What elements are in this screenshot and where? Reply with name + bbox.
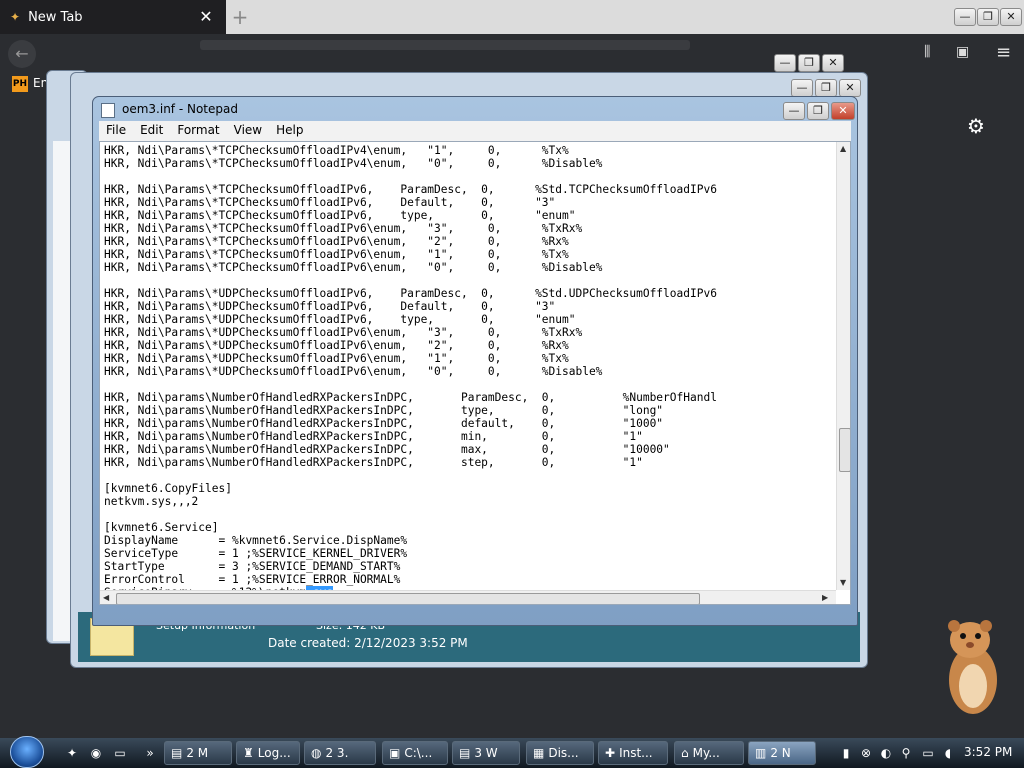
notepad-title: oem3.inf - Notepad bbox=[122, 102, 238, 116]
hamburger-menu-icon[interactable]: ≡ bbox=[996, 42, 1016, 63]
bg-maximize-icon[interactable]: ❐ bbox=[798, 54, 820, 72]
quicklaunch-icon-1[interactable]: ✦ bbox=[64, 745, 80, 761]
taskbar-item-mycomputer[interactable]: ⌂ My... bbox=[674, 741, 744, 765]
taskbar-item-browser[interactable]: ◍ 2 3. bbox=[304, 741, 376, 765]
show-desktop-icon[interactable]: ▭ bbox=[112, 745, 128, 761]
app-icon: ♜ bbox=[243, 746, 254, 760]
vertical-scrollbar[interactable]: ▲ ▼ bbox=[836, 142, 850, 590]
notepad-minimize-button[interactable]: — bbox=[783, 102, 805, 120]
menu-file[interactable]: File bbox=[99, 121, 133, 141]
notepad-maximize-button[interactable]: ❐ bbox=[807, 102, 829, 120]
date-created-label: Date created: 2/12/2023 3:52 PM bbox=[268, 636, 468, 650]
folder-icon: ▤ bbox=[171, 746, 183, 760]
tray-network-icon[interactable]: ▮ bbox=[838, 745, 854, 761]
tray-app-icon[interactable]: ◐ bbox=[878, 745, 894, 761]
start-button[interactable] bbox=[10, 736, 44, 768]
tray-search-icon[interactable]: ⚲ bbox=[898, 745, 914, 761]
install-icon: ✚ bbox=[605, 746, 616, 760]
library-icon[interactable]: ⫼ bbox=[924, 44, 944, 62]
taskbar-item-word[interactable]: ▤ 3 W bbox=[452, 741, 520, 765]
browser-maximize-button[interactable]: ❐ bbox=[977, 8, 999, 26]
quicklaunch-overflow-icon[interactable]: » bbox=[142, 745, 158, 761]
back-arrow-icon[interactable]: ← bbox=[8, 40, 36, 68]
folder-icon: ▤ bbox=[459, 746, 471, 760]
explorer-maximize-button[interactable]: ❐ bbox=[815, 79, 837, 97]
menu-format[interactable]: Format bbox=[170, 121, 226, 141]
scroll-left-icon[interactable]: ◀ bbox=[103, 593, 109, 602]
menu-view[interactable]: View bbox=[227, 121, 269, 141]
quicklaunch-icon-2[interactable]: ◉ bbox=[88, 745, 104, 761]
scroll-down-icon[interactable]: ▼ bbox=[840, 578, 846, 587]
taskbar-item-notepad[interactable]: ▥ 2 N bbox=[748, 741, 816, 765]
gear-icon[interactable]: ⚙ bbox=[964, 114, 988, 138]
notepad-close-button[interactable]: ✕ bbox=[831, 102, 855, 120]
tray-monitor-icon[interactable]: ▭ bbox=[920, 745, 936, 761]
computer-icon: ⌂ bbox=[681, 746, 689, 760]
tray-security-icon[interactable]: ⊗ bbox=[858, 745, 874, 761]
tab-close-icon[interactable]: ✕ bbox=[196, 7, 216, 27]
chrome-icon: ◍ bbox=[311, 746, 322, 760]
sidebar-icon[interactable]: ▣ bbox=[956, 44, 976, 62]
tray-volume-icon[interactable]: ◖ bbox=[940, 745, 956, 761]
notepad-icon: ▥ bbox=[755, 746, 767, 760]
notepad-icon bbox=[101, 103, 115, 118]
browser-close-button[interactable]: ✕ bbox=[1000, 8, 1022, 26]
explorer-close-button[interactable]: ✕ bbox=[839, 79, 861, 97]
menu-help[interactable]: Help bbox=[269, 121, 310, 141]
horizontal-scrollbar[interactable]: ◀ ▶ bbox=[100, 590, 836, 604]
menu-edit[interactable]: Edit bbox=[133, 121, 170, 141]
new-tab-button[interactable]: + bbox=[228, 5, 252, 29]
text-lines: HKR, Ndi\Params\*TCPChecksumOffloadIPv4\… bbox=[104, 144, 717, 586]
horizontal-scroll-thumb[interactable] bbox=[116, 593, 700, 604]
background-window-controls: — ❐ ✕ bbox=[774, 54, 844, 72]
taskbar-item-display[interactable]: ▦ Dis... bbox=[526, 741, 594, 765]
taskbar-item-install[interactable]: ✚ Inst... bbox=[598, 741, 668, 765]
bookmark-favicon: PH bbox=[12, 76, 28, 92]
notepad-menubar: File Edit Format View Help bbox=[99, 121, 851, 141]
display-icon: ▦ bbox=[533, 746, 545, 760]
notepad-window: oem3.inf - Notepad — ❐ ✕ File Edit Forma… bbox=[92, 96, 858, 626]
scroll-right-icon[interactable]: ▶ bbox=[822, 593, 828, 602]
vertical-scroll-thumb[interactable] bbox=[839, 428, 850, 472]
scroll-up-icon[interactable]: ▲ bbox=[840, 144, 846, 153]
address-bar[interactable] bbox=[200, 40, 690, 50]
bg-close-icon[interactable]: ✕ bbox=[822, 54, 844, 72]
notepad-text-content: HKR, Ndi\Params\*TCPChecksumOffloadIPv4\… bbox=[104, 144, 717, 599]
bg-minimize-icon[interactable]: — bbox=[774, 54, 796, 72]
browser-tab-new-tab[interactable]: ✦ New Tab bbox=[0, 0, 226, 34]
terminal-icon: ▣ bbox=[389, 746, 401, 760]
firefox-icon: ✦ bbox=[10, 10, 21, 24]
explorer-minimize-button[interactable]: — bbox=[791, 79, 813, 97]
notepad-text-area[interactable]: HKR, Ndi\Params\*TCPChecksumOffloadIPv4\… bbox=[99, 141, 851, 605]
taskbar-item-explorer[interactable]: ▤ 2 M bbox=[164, 741, 232, 765]
taskbar-item-log[interactable]: ♜ Log... bbox=[236, 741, 300, 765]
taskbar-clock[interactable]: 3:52 PM bbox=[964, 745, 1012, 759]
hamster-gadget-icon bbox=[948, 620, 997, 714]
tab-title: New Tab bbox=[28, 9, 83, 25]
browser-minimize-button[interactable]: — bbox=[954, 8, 976, 26]
taskbar-item-cmd[interactable]: ▣ C:\... bbox=[382, 741, 448, 765]
